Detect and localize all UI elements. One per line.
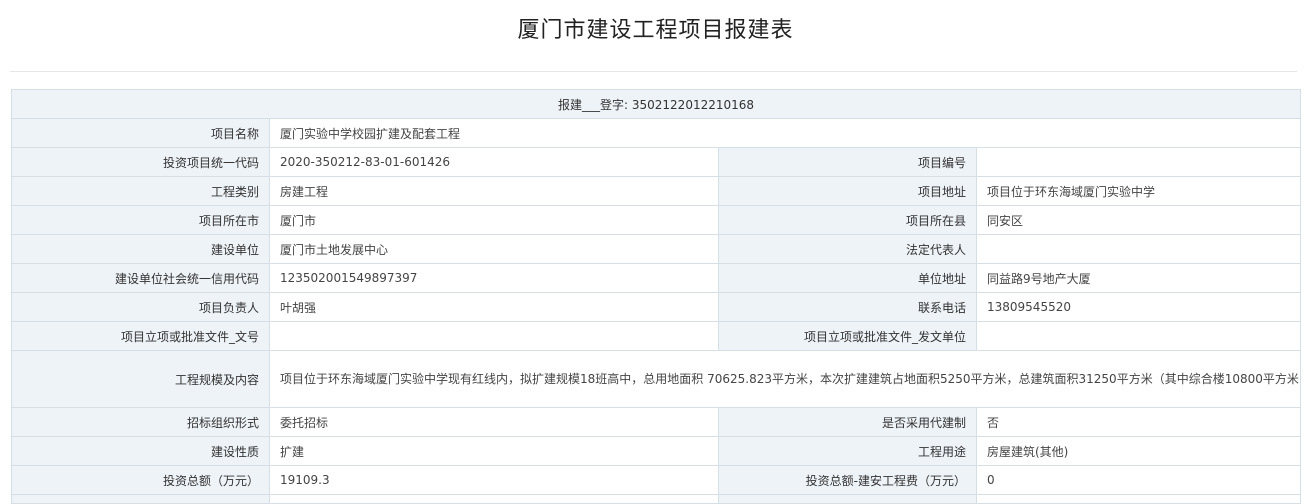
- table-cell: [11, 494, 270, 504]
- field-label: 投资项目统一代码: [11, 147, 270, 177]
- field-label: 项目所在市: [11, 205, 270, 235]
- field-label: 项目立项或批准文件_文号: [11, 321, 270, 351]
- page-title: 厦门市建设工程项目报建表: [517, 18, 794, 43]
- field-label: 法定代表人: [718, 234, 977, 264]
- registration-number: 3502122012210168: [631, 97, 755, 112]
- table-row: 工程类别 房建工程 项目地址 项目位于环东海域厦门实验中学: [11, 176, 1302, 206]
- field-label: 项目地址: [718, 176, 977, 206]
- field-label: 项目所在县: [718, 205, 977, 235]
- field-value: [269, 321, 719, 351]
- registration-cell: 报建___登字: 3502122012210168: [10, 89, 1302, 119]
- field-value: 同安区: [975, 205, 1302, 235]
- field-label: 是否采用代建制: [718, 407, 977, 437]
- field-value: 2020-350212-83-01-601426: [269, 147, 719, 177]
- field-value: 13809545520: [975, 292, 1302, 322]
- field-label: 建设单位: [11, 234, 270, 264]
- field-label: 工程类别: [11, 176, 270, 206]
- table-row: 投资项目统一代码 2020-350212-83-01-601426 项目编号: [11, 147, 1302, 177]
- field-value: 19109.3: [269, 465, 719, 495]
- table-row: 项目所在市 厦门市 项目所在县 同安区: [11, 205, 1302, 235]
- registration-label: 报建___登字:: [558, 97, 629, 112]
- field-value: 厦门实验中学校园扩建及配套工程: [268, 118, 1302, 148]
- table-cell: [269, 494, 719, 504]
- table-row: 项目名称 厦门实验中学校园扩建及配套工程: [11, 118, 1302, 148]
- field-value: 叶胡强: [269, 292, 719, 322]
- table-row: 建设单位 厦门市土地发展中心 法定代表人: [11, 234, 1302, 264]
- table-row: 项目负责人 叶胡强 联系电话 13809545520: [11, 292, 1302, 322]
- field-value: 项目位于环东海域厦门实验中学现有红线内，拟扩建规模18班高中，总用地面积 706…: [268, 350, 1302, 408]
- field-value: 房建工程: [269, 176, 719, 206]
- field-value: 委托招标: [269, 407, 719, 437]
- field-value: [975, 321, 1302, 351]
- field-label: 项目编号: [718, 147, 977, 177]
- field-value: 厦门市: [269, 205, 719, 235]
- field-label: 招标组织形式: [11, 407, 270, 437]
- field-label: 项目名称: [11, 118, 270, 148]
- field-label: 单位地址: [718, 263, 977, 293]
- field-value: [975, 147, 1302, 177]
- table-row: 招标组织形式 委托招标 是否采用代建制 否: [11, 407, 1302, 437]
- table-row: 工程规模及内容 项目位于环东海域厦门实验中学现有红线内，拟扩建规模18班高中，总…: [11, 350, 1302, 408]
- table-row: [11, 494, 1302, 504]
- field-value: 同益路9号地产大厦: [975, 263, 1302, 293]
- table-cell: [718, 494, 977, 504]
- field-label: 投资总额-建安工程费（万元）: [718, 465, 977, 495]
- field-value: 123502001549897397: [269, 263, 719, 293]
- field-value: 房屋建筑(其他): [975, 436, 1302, 466]
- table-row: 投资总额（万元） 19109.3 投资总额-建安工程费（万元） 0: [11, 465, 1302, 495]
- project-registration-table: 报建___登字: 3502122012210168 项目名称 厦门实验中学校园扩…: [10, 89, 1302, 504]
- field-label: 项目负责人: [11, 292, 270, 322]
- registration-row: 报建___登字: 3502122012210168: [10, 89, 1302, 119]
- field-label: 工程用途: [718, 436, 977, 466]
- field-value: 厦门市土地发展中心: [269, 234, 719, 264]
- field-value: 否: [975, 407, 1302, 437]
- table-row: 项目立项或批准文件_文号 项目立项或批准文件_发文单位: [11, 321, 1302, 351]
- field-label: 项目立项或批准文件_发文单位: [718, 321, 977, 351]
- table-cell: [975, 494, 1302, 504]
- field-value: 0: [975, 465, 1302, 495]
- table-row: 建设单位社会统一信用代码 123502001549897397 单位地址 同益路…: [11, 263, 1302, 293]
- field-label: 建设性质: [11, 436, 270, 466]
- title-divider: [10, 71, 1297, 72]
- field-label: 投资总额（万元）: [11, 465, 270, 495]
- field-value: [975, 234, 1302, 264]
- field-label: 联系电话: [718, 292, 977, 322]
- table-row: 建设性质 扩建 工程用途 房屋建筑(其他): [11, 436, 1302, 466]
- field-label: 建设单位社会统一信用代码: [11, 263, 270, 293]
- field-value: 扩建: [269, 436, 719, 466]
- field-value: 项目位于环东海域厦门实验中学: [975, 176, 1302, 206]
- field-label: 工程规模及内容: [11, 350, 270, 408]
